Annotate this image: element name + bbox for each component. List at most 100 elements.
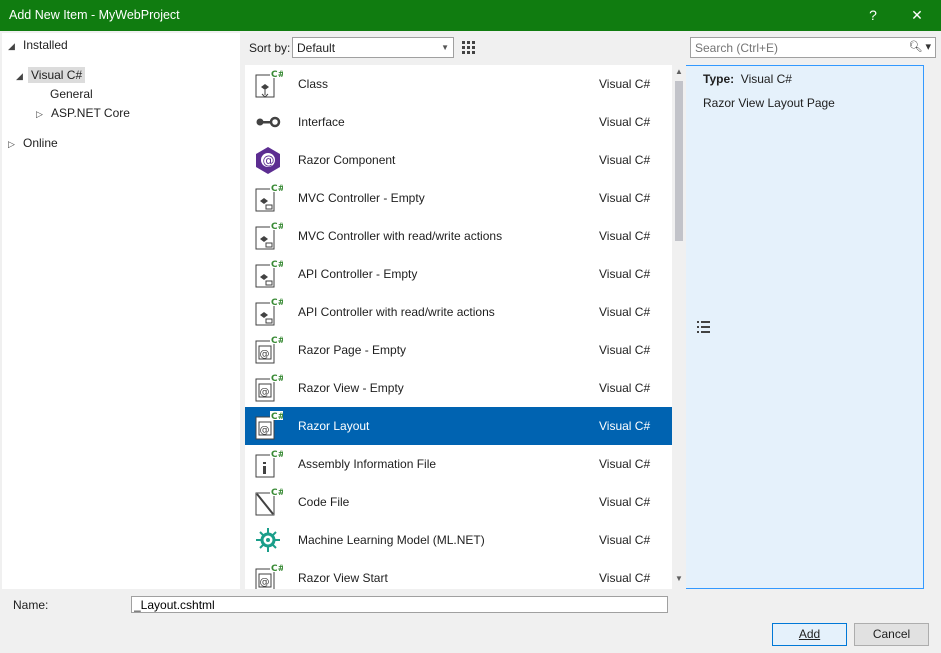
template-row[interactable]: C# API Controller with read/write actions… <box>245 293 672 331</box>
template-name: Razor Component <box>298 153 396 167</box>
template-row[interactable]: C# MVC Controller - Empty Visual C# <box>245 179 672 217</box>
template-row[interactable]: C# Class Visual C# <box>245 65 672 103</box>
category-tree: ◢ Installed ◢ Visual C# General ▷ ASP.NET C… <box>2 33 240 589</box>
add-button[interactable]: Add <box>772 623 847 646</box>
controller-template-icon: C# <box>255 297 283 326</box>
template-name: Interface <box>298 115 345 129</box>
template-list-scrollbar[interactable]: ▲ ▼ <box>672 65 686 589</box>
search-icon[interactable]: 🔍︎ ▾ <box>908 40 931 53</box>
template-language: Visual C# <box>599 571 651 585</box>
svg-text:@: @ <box>260 577 270 588</box>
template-row[interactable]: C#@ Razor View - Empty Visual C# <box>245 369 672 407</box>
svg-text:C#: C# <box>271 260 283 270</box>
window-title: Add New Item - MyWebProject <box>9 8 180 22</box>
template-list: C# Class Visual C# Interface Visual C# @ Razor… <box>245 65 686 589</box>
template-language: Visual C# <box>599 305 651 319</box>
scrollbar-thumb[interactable] <box>675 81 683 241</box>
details-type: Type: Visual C# <box>703 72 792 86</box>
template-row[interactable]: @ Razor Component Visual C# <box>245 141 672 179</box>
interface-template-icon <box>256 116 281 128</box>
template-name: Razor View Start <box>298 571 388 585</box>
svg-text:C#: C# <box>271 564 283 574</box>
search-box[interactable]: 🔍︎ ▾ <box>690 37 936 58</box>
collapsed-arrow-icon[interactable]: ▷ <box>36 105 48 123</box>
sort-dropdown[interactable]: Default ▼ <box>292 37 454 58</box>
sort-value: Default <box>297 41 336 55</box>
scroll-up-icon[interactable]: ▲ <box>675 67 683 76</box>
svg-text:C#: C# <box>271 70 283 80</box>
template-name: Machine Learning Model (ML.NET) <box>298 533 485 547</box>
template-language: Visual C# <box>599 419 651 433</box>
template-name: Code File <box>298 495 350 509</box>
template-language: Visual C# <box>599 495 651 509</box>
svg-text:C#: C# <box>271 412 283 422</box>
svg-text:C#: C# <box>271 336 283 346</box>
sort-label: Sort by: <box>249 41 291 55</box>
template-language: Visual C# <box>599 343 651 357</box>
template-language: Visual C# <box>599 457 651 471</box>
template-row[interactable]: C# Code File Visual C# <box>245 483 672 521</box>
template-name: Class <box>298 77 329 91</box>
template-name: Razor Page - Empty <box>298 343 407 357</box>
title-bar: Add New Item - MyWebProject ? ✕ <box>0 0 941 31</box>
template-row[interactable]: Machine Learning Model (ML.NET) Visual C# <box>245 521 672 559</box>
svg-text:@: @ <box>260 349 270 360</box>
razor-component-icon: @ <box>256 147 280 174</box>
template-name: MVC Controller with read/write actions <box>298 229 503 243</box>
template-name: API Controller - Empty <box>298 267 418 281</box>
expanded-arrow-icon[interactable]: ◢ <box>8 37 20 55</box>
svg-text:@: @ <box>263 154 275 168</box>
info-file-icon: C# <box>255 449 283 478</box>
grid-view-button[interactable] <box>458 37 479 58</box>
template-language: Visual C# <box>599 229 651 243</box>
template-name: Assembly Information File <box>298 457 437 471</box>
search-input[interactable] <box>691 38 901 57</box>
class-template-icon: C# <box>255 69 283 98</box>
template-language: Visual C# <box>599 381 651 395</box>
svg-text:C#: C# <box>271 184 283 194</box>
details-pane: Type: Visual C# Razor View Layout Page <box>690 65 939 589</box>
template-row[interactable]: C#@ Razor Layout Visual C# <box>245 407 672 445</box>
template-language: Visual C# <box>599 77 651 91</box>
cancel-button[interactable]: Cancel <box>854 623 929 646</box>
controller-template-icon: C# <box>255 259 283 288</box>
template-row[interactable]: C#@ Razor Page - Empty Visual C# <box>245 331 672 369</box>
template-language: Visual C# <box>599 191 651 205</box>
razor-page-icon: C#@ <box>255 411 283 440</box>
scroll-down-icon[interactable]: ▼ <box>675 574 683 583</box>
svg-text:C#: C# <box>271 374 283 384</box>
details-description: Razor View Layout Page <box>703 96 835 110</box>
template-language: Visual C# <box>599 153 651 167</box>
template-row[interactable]: C# Assembly Information File Visual C# <box>245 445 672 483</box>
expanded-arrow-icon[interactable]: ◢ <box>16 67 28 85</box>
template-name: Razor View - Empty <box>298 381 404 395</box>
tree-item-installed[interactable]: ◢ Installed <box>8 36 71 54</box>
template-row[interactable]: C# API Controller - Empty Visual C# <box>245 255 672 293</box>
svg-text:C#: C# <box>271 298 283 308</box>
chevron-down-icon: ▼ <box>441 43 449 52</box>
svg-text:C#: C# <box>271 222 283 232</box>
razor-page-icon: C#@ <box>255 563 283 589</box>
template-row[interactable]: Interface Visual C# <box>245 103 672 141</box>
close-button[interactable]: ✕ <box>896 0 938 31</box>
tree-item-general[interactable]: General <box>47 85 96 103</box>
code-file-icon: C# <box>255 487 283 516</box>
template-language: Visual C# <box>599 533 651 547</box>
template-row[interactable]: C# MVC Controller with read/write actions… <box>245 217 672 255</box>
template-name: Razor Layout <box>298 419 370 433</box>
name-field[interactable] <box>131 596 668 613</box>
tree-item-visual-csharp[interactable]: ◢ Visual C# <box>16 66 86 85</box>
razor-page-icon: C#@ <box>255 373 283 402</box>
svg-text:C#: C# <box>271 450 283 460</box>
svg-text:@: @ <box>260 425 270 436</box>
svg-text:C#: C# <box>271 488 283 498</box>
name-label: Name: <box>13 598 49 612</box>
tree-item-aspnet-core[interactable]: ▷ ASP.NET Core <box>36 104 133 122</box>
razor-page-icon: C#@ <box>255 335 283 364</box>
grid-view-icon <box>462 41 475 54</box>
collapsed-arrow-icon[interactable]: ▷ <box>8 135 20 153</box>
template-row[interactable]: C#@ Razor View Start Visual C# <box>245 559 672 589</box>
tree-item-online[interactable]: ▷ Online <box>8 134 61 152</box>
ml-model-icon <box>256 528 280 552</box>
help-button[interactable]: ? <box>852 0 894 31</box>
